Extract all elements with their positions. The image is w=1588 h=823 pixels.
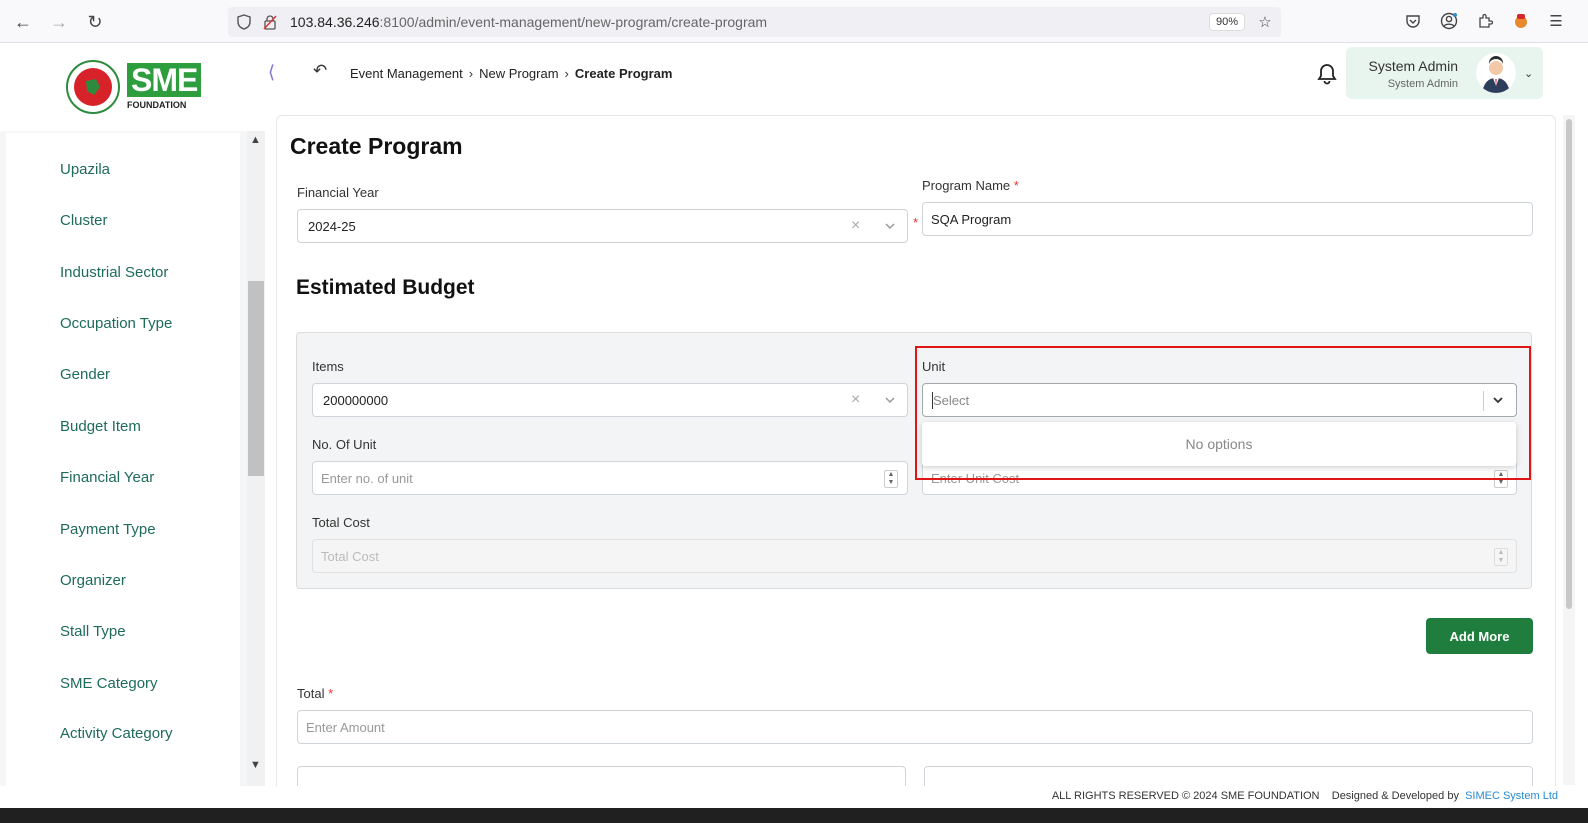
number-spinner-icon[interactable]: ▲ ▼ xyxy=(884,470,898,488)
forward-arrow-icon[interactable]: → xyxy=(47,10,71,34)
no-of-unit-input[interactable]: Enter no. of unit ▲ ▼ xyxy=(312,461,908,495)
clear-icon[interactable]: × xyxy=(851,217,860,235)
extensions-icon[interactable] xyxy=(1475,11,1495,31)
financial-year-select[interactable]: 2024-25 × xyxy=(297,209,908,243)
sidebar-item-sme-category[interactable]: SME Category xyxy=(60,675,158,692)
sidebar-item-stall-type[interactable]: Stall Type xyxy=(60,623,126,640)
sidebar-item-occupation-type[interactable]: Occupation Type xyxy=(60,315,172,332)
fox-extension-icon[interactable] xyxy=(1511,11,1531,31)
breadcrumb-event-management[interactable]: Event Management xyxy=(350,66,463,81)
program-name-input[interactable]: SQA Program xyxy=(922,202,1533,236)
page-title: Create Program xyxy=(290,133,463,159)
scroll-up-arrow-icon[interactable]: ▲ xyxy=(250,134,261,146)
url-text: 103.84.36.246:8100/admin/event-managemen… xyxy=(290,14,768,30)
footer: ALL RIGHTS RESERVED © 2024 SME FOUNDATIO… xyxy=(0,786,1588,808)
add-more-button[interactable]: Add More xyxy=(1426,618,1533,654)
clear-icon[interactable]: × xyxy=(851,391,860,409)
chevron-down-icon[interactable] xyxy=(883,219,897,233)
footer-text: ALL RIGHTS RESERVED © 2024 SME FOUNDATIO… xyxy=(1051,790,1558,802)
breadcrumb-create-program: Create Program xyxy=(574,66,673,81)
page-scrollbar[interactable] xyxy=(1563,115,1575,785)
scroll-down-arrow-icon[interactable]: ▼ xyxy=(250,759,261,771)
program-name-label: Program Name * xyxy=(922,178,1019,193)
estimated-budget-title: Estimated Budget xyxy=(296,276,475,299)
financial-year-label: Financial Year xyxy=(297,185,379,200)
financial-year-value: 2024-25 xyxy=(308,219,356,234)
notification-bell-icon[interactable] xyxy=(1316,62,1338,86)
reload-icon[interactable]: ↻ xyxy=(83,10,107,34)
avatar xyxy=(1476,53,1516,93)
total-label: Total * xyxy=(297,686,334,701)
account-icon[interactable] xyxy=(1439,11,1459,31)
logo-area: SME FOUNDATION xyxy=(0,43,265,131)
back-arrow-icon[interactable]: ← xyxy=(11,10,35,34)
sidebar-item-upazila[interactable]: Upazila xyxy=(60,161,110,178)
back-icon[interactable]: ↶ xyxy=(313,61,327,81)
user-menu[interactable]: System Admin System Admin ⌄ xyxy=(1346,47,1543,99)
no-of-unit-placeholder: Enter no. of unit xyxy=(321,471,413,486)
chevron-right-icon: › xyxy=(564,66,569,81)
total-amount-placeholder: Enter Amount xyxy=(306,720,385,735)
logo-brand-word: FOUNDATION xyxy=(127,100,187,110)
sidebar-item-activity-category[interactable]: Activity Category xyxy=(60,725,173,742)
required-asterisk: * xyxy=(913,215,919,230)
zoom-level[interactable]: 90% xyxy=(1208,13,1245,31)
chevron-down-icon[interactable]: ⌄ xyxy=(1524,67,1533,80)
sidebar-item-gender[interactable]: Gender xyxy=(60,366,110,383)
program-name-value: SQA Program xyxy=(931,212,1012,227)
highlight-annotation-box xyxy=(915,346,1531,480)
items-select[interactable]: 200000000 × xyxy=(312,383,908,417)
user-role: System Admin xyxy=(1387,78,1458,90)
no-of-unit-label: No. Of Unit xyxy=(312,437,377,452)
browser-toolbar: ← → ↻ 103.84.36.246:8100/admin/event-man… xyxy=(0,0,1588,43)
breadcrumb-new-program[interactable]: New Program xyxy=(479,66,558,81)
sidebar-item-organizer[interactable]: Organizer xyxy=(60,572,126,589)
company-link[interactable]: SIMEC System Ltd xyxy=(1465,790,1558,802)
bookmark-star-icon[interactable]: ☆ xyxy=(1255,12,1275,32)
sidebar-item-cluster[interactable]: Cluster xyxy=(60,212,108,229)
shield-icon xyxy=(234,12,254,32)
total-cost-label: Total Cost xyxy=(312,515,370,530)
total-amount-input[interactable]: Enter Amount xyxy=(297,710,1533,744)
user-name: System Admin xyxy=(1368,58,1458,74)
sidebar-menu: Upazila Cluster Industrial Sector Occupa… xyxy=(6,133,240,815)
chevron-right-icon: › xyxy=(468,66,474,81)
menu-hamburger-icon[interactable]: ☰ xyxy=(1546,11,1566,31)
sidebar-item-budget-item[interactable]: Budget Item xyxy=(60,418,141,435)
sidebar-item-industrial-sector[interactable]: Industrial Sector xyxy=(60,264,168,281)
total-cost-input: Total Cost ▲ ▼ xyxy=(312,539,1517,573)
number-spinner-icon: ▲ ▼ xyxy=(1494,548,1508,566)
sidebar: SME FOUNDATION Upazila Cluster Industria… xyxy=(0,43,265,821)
sidebar-item-payment-type[interactable]: Payment Type xyxy=(60,521,156,538)
sidebar-scroll-thumb[interactable] xyxy=(248,281,264,476)
sidebar-item-financial-year[interactable]: Financial Year xyxy=(60,469,154,486)
page-scroll-thumb[interactable] xyxy=(1566,119,1572,609)
address-bar[interactable]: 103.84.36.246:8100/admin/event-managemen… xyxy=(228,7,1281,37)
sidebar-scrollbar[interactable]: ▲ ▼ xyxy=(247,131,265,821)
sidebar-collapse-icon[interactable]: ⟨ xyxy=(268,62,275,83)
items-label: Items xyxy=(312,359,344,374)
insecure-lock-icon[interactable] xyxy=(260,12,280,32)
items-value: 200000000 xyxy=(323,393,389,408)
breadcrumb: Event Management › New Program › Create … xyxy=(350,66,672,81)
pocket-icon[interactable] xyxy=(1403,11,1423,31)
create-program-card: Create Program Financial Year 2024-25 × … xyxy=(276,115,1556,795)
os-taskbar xyxy=(0,808,1588,823)
chevron-down-icon[interactable] xyxy=(883,393,897,407)
logo-brand-short: SME xyxy=(127,63,202,97)
total-cost-placeholder: Total Cost xyxy=(321,549,379,564)
